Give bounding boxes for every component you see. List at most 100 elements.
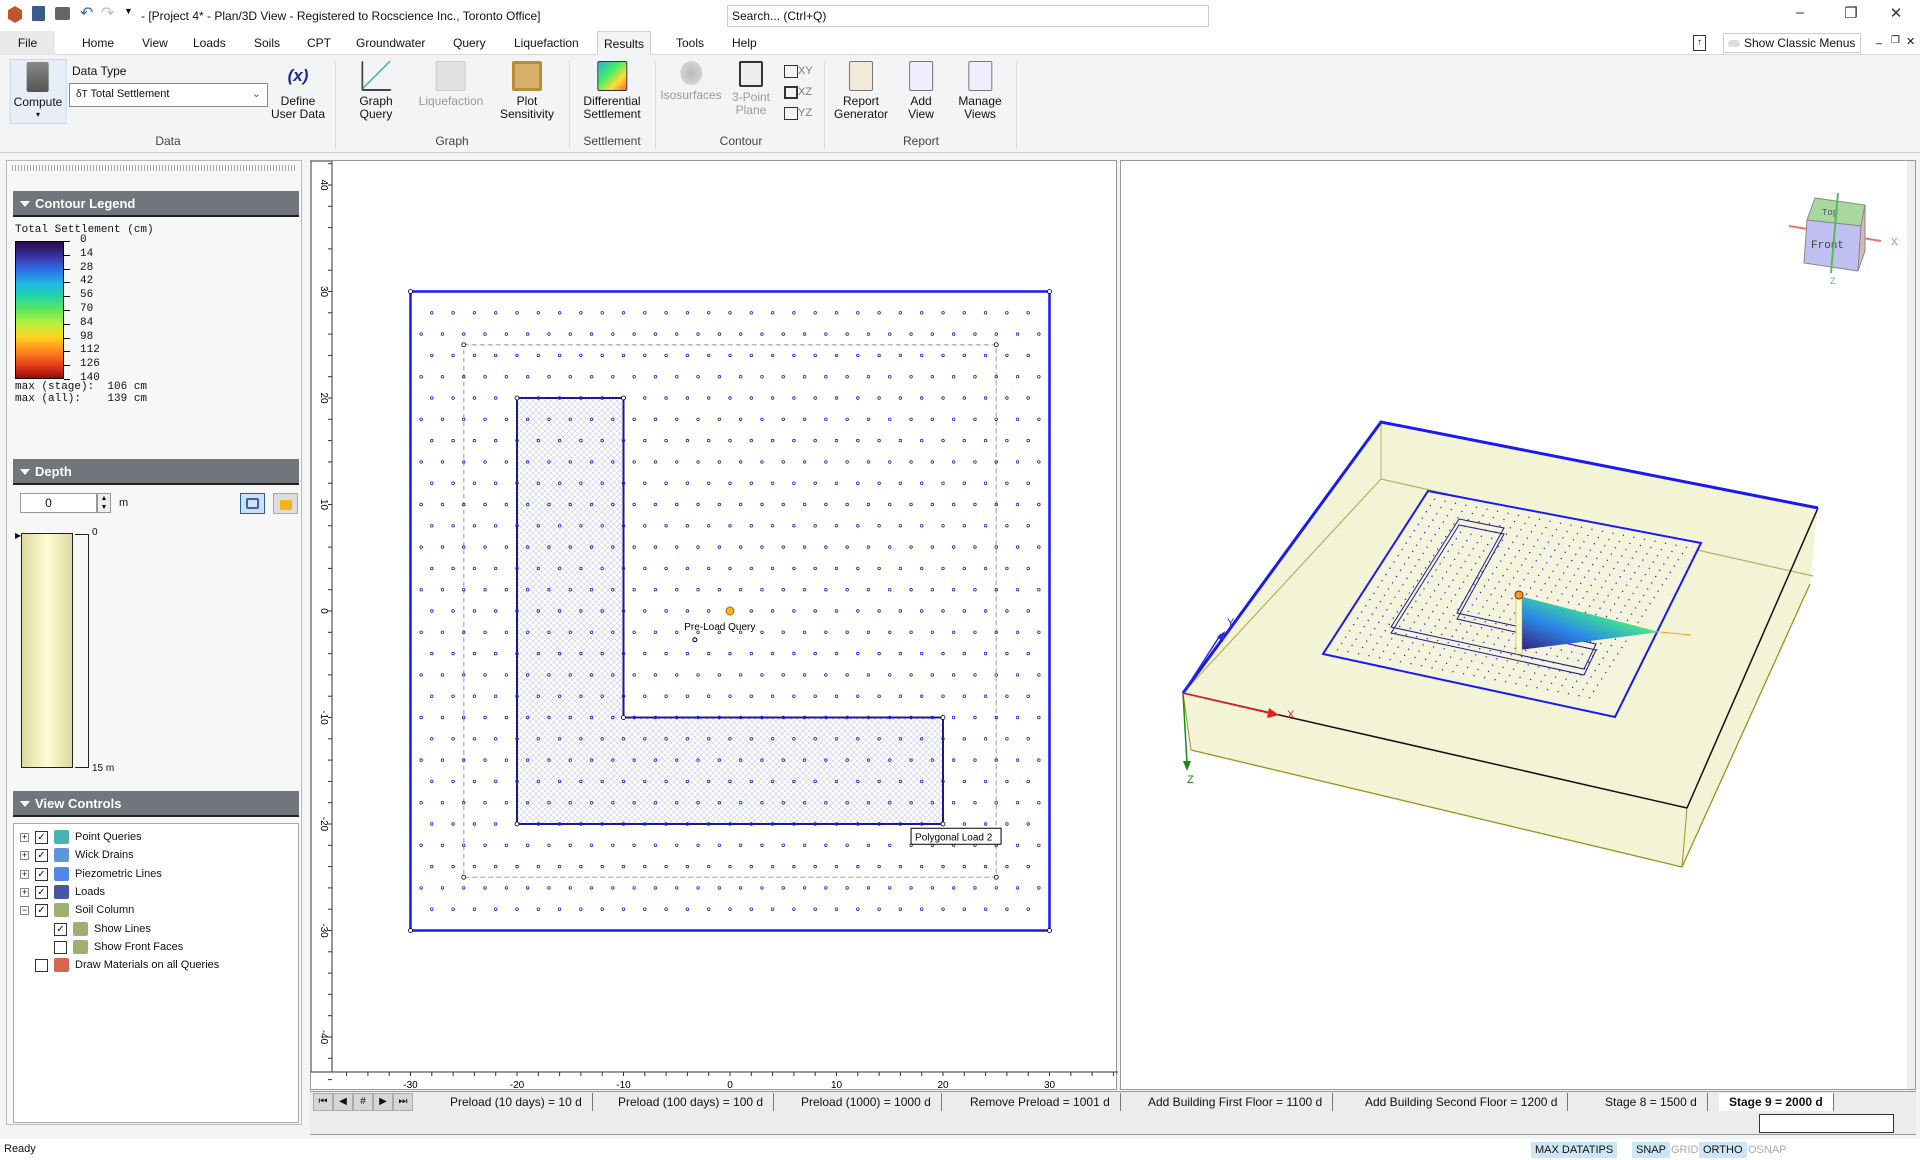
tree-item[interactable]: − ✓ Soil Column [14,901,294,919]
vertex-point[interactable] [621,715,626,720]
vertex-point[interactable] [461,342,467,348]
stage-nav-button[interactable]: ◀ [333,1093,353,1111]
tree-item[interactable]: + ✓ Piezometric Lines [14,865,294,883]
panel-grip[interactable] [12,165,296,171]
tab-home[interactable]: Home [76,31,120,55]
tab-tools[interactable]: Tools [670,31,710,55]
three-point-plane-button[interactable]: 3-Point Plane [732,61,770,117]
depth-input[interactable]: 0 [20,493,97,513]
expand-toggle-icon[interactable]: + [20,869,29,879]
stage-nav-button[interactable]: ⏮ [313,1093,333,1111]
depth-header[interactable]: Depth [13,459,299,485]
expand-toggle-icon[interactable]: + [20,833,29,842]
grid-toggle[interactable]: GRID [1667,1142,1703,1158]
vertex-point[interactable] [1047,289,1052,294]
layers-button[interactable] [240,493,265,514]
3d-view[interactable]: X Z Y X Top Front Z [1120,160,1916,1090]
doc-minimize-button[interactable]: _ [1876,33,1882,45]
tab-loads[interactable]: Loads [187,31,232,55]
tree-checkbox[interactable] [54,940,67,954]
tab-results[interactable]: Results [597,31,652,56]
vertex-point[interactable] [461,874,467,880]
doc-close-button[interactable]: ✕ [1906,35,1915,48]
show-classic-menus-toggle[interactable]: Show Classic Menus [1723,33,1861,53]
osnap-toggle[interactable]: OSNAP [1744,1142,1791,1158]
stage-tab[interactable]: Preload (100 days) = 100 d [608,1093,775,1111]
vertex-point[interactable] [514,395,520,401]
stage-tab[interactable]: Add Building First Floor = 1100 d [1138,1093,1334,1111]
stage-tab[interactable]: Stage 8 = 1500 d [1595,1093,1708,1111]
depth-spinner[interactable]: ▲ ▼ [97,493,111,513]
xz-plane-button[interactable]: XZ [784,82,813,103]
redo-icon[interactable]: ↷ [101,3,114,23]
ortho-toggle[interactable]: ORTHO [1699,1142,1747,1158]
vertex-point[interactable] [993,342,999,348]
navigation-cube[interactable]: X Top Front Z [1788,192,1898,286]
lock-button[interactable] [273,493,298,514]
tree-item[interactable]: + ✓ Wick Drains [14,846,294,864]
vertex-point[interactable] [993,874,999,880]
stage-nav-button[interactable]: ▶ [373,1093,393,1111]
isosurfaces-button[interactable]: Isosurfaces [660,61,722,102]
stage-tab[interactable]: Stage 9 = 2000 d [1719,1093,1834,1111]
report-generator-button[interactable]: Report Generator [834,61,888,121]
collapse-ribbon-icon[interactable]: ↑ [1693,35,1706,51]
tree-checkbox[interactable]: ✓ [54,922,67,936]
close-button[interactable]: ✕ [1881,4,1911,22]
doc-restore-button[interactable]: ❐ [1891,35,1900,46]
plot-sensitivity-button[interactable]: Plot Sensitivity [500,61,554,121]
vertex-point[interactable] [408,289,413,294]
data-type-dropdown[interactable]: δT Total Settlement ⌄ [69,83,268,107]
liquefaction-button[interactable]: Liquefaction [419,61,483,108]
tab-liquefaction[interactable]: Liquefaction [508,31,585,55]
expand-toggle-icon[interactable]: + [20,887,29,897]
stage-nav-button[interactable]: # [353,1093,373,1111]
vertex-point[interactable] [514,821,520,827]
plan-canvas[interactable]: 40 30 20 10 0 -10 -20 -30 -40 -30 -20 -10 0 10 20 30 Pre… [310,141,1118,1091]
yz-plane-button[interactable]: YZ [784,103,813,124]
tab-soils[interactable]: Soils [248,31,286,55]
tree-item[interactable]: ✓ Show Lines [14,920,294,938]
tree-item[interactable]: + ✓ Loads [14,883,294,901]
3d-view-scrollbar[interactable] [1907,161,1915,1089]
tree-checkbox[interactable] [35,959,48,973]
tab-cpt[interactable]: CPT [301,31,337,55]
query-point-3d[interactable] [1514,590,1524,600]
contour-legend-header[interactable]: Contour Legend [13,191,299,217]
view-controls-header[interactable]: View Controls [13,791,299,817]
manage-views-button[interactable]: Manage Views [958,61,1002,121]
minimize-button[interactable]: – [1785,4,1815,21]
vertex-point[interactable] [940,715,946,720]
tree-checkbox[interactable]: ✓ [35,831,48,844]
tree-checkbox[interactable]: ✓ [35,885,48,899]
graph-query-button[interactable]: Graph Query [359,61,393,121]
define-user-data-button[interactable]: (x) Define User Data [271,61,325,121]
save-icon[interactable] [32,6,45,21]
expand-toggle-icon[interactable]: − [20,906,29,916]
quick-access-dropdown-icon[interactable]: ▼ [124,6,133,16]
vertex-point[interactable] [621,395,626,401]
tree-item[interactable]: Show Front Faces [14,938,294,956]
stage-tab[interactable]: Preload (10 days) = 10 d [440,1093,593,1111]
stage-tab[interactable]: Remove Preload = 1001 d [960,1093,1121,1111]
tree-checkbox[interactable]: ✓ [35,849,48,863]
tab-query[interactable]: Query [447,31,492,55]
tree-item[interactable]: + ✓ Point Queries [14,828,294,846]
max-datatips-toggle[interactable]: MAX DATATIPS [1531,1142,1618,1158]
print-icon[interactable] [55,7,70,20]
stage-nav-button[interactable]: ⏭ [393,1093,413,1111]
query-point[interactable] [725,606,735,616]
tab-file[interactable]: File [0,31,55,55]
add-view-button[interactable]: Add View [908,61,934,121]
undo-icon[interactable]: ↶ [80,3,93,23]
stage-tab[interactable]: Preload (1000) = 1000 d [791,1093,942,1111]
vertex-point[interactable] [940,821,946,827]
snap-toggle[interactable]: SNAP [1632,1142,1670,1158]
stage-tab[interactable]: Add Building Second Floor = 1200 d [1355,1093,1569,1111]
tab-help[interactable]: Help [726,31,763,55]
expand-toggle-icon[interactable]: + [20,851,29,861]
differential-settlement-button[interactable]: Differential Settlement [583,61,641,121]
tree-checkbox[interactable]: ✓ [35,867,48,881]
tree-item[interactable]: Draw Materials on all Queries [14,956,294,974]
compute-button[interactable]: Compute ▾ [9,59,67,124]
